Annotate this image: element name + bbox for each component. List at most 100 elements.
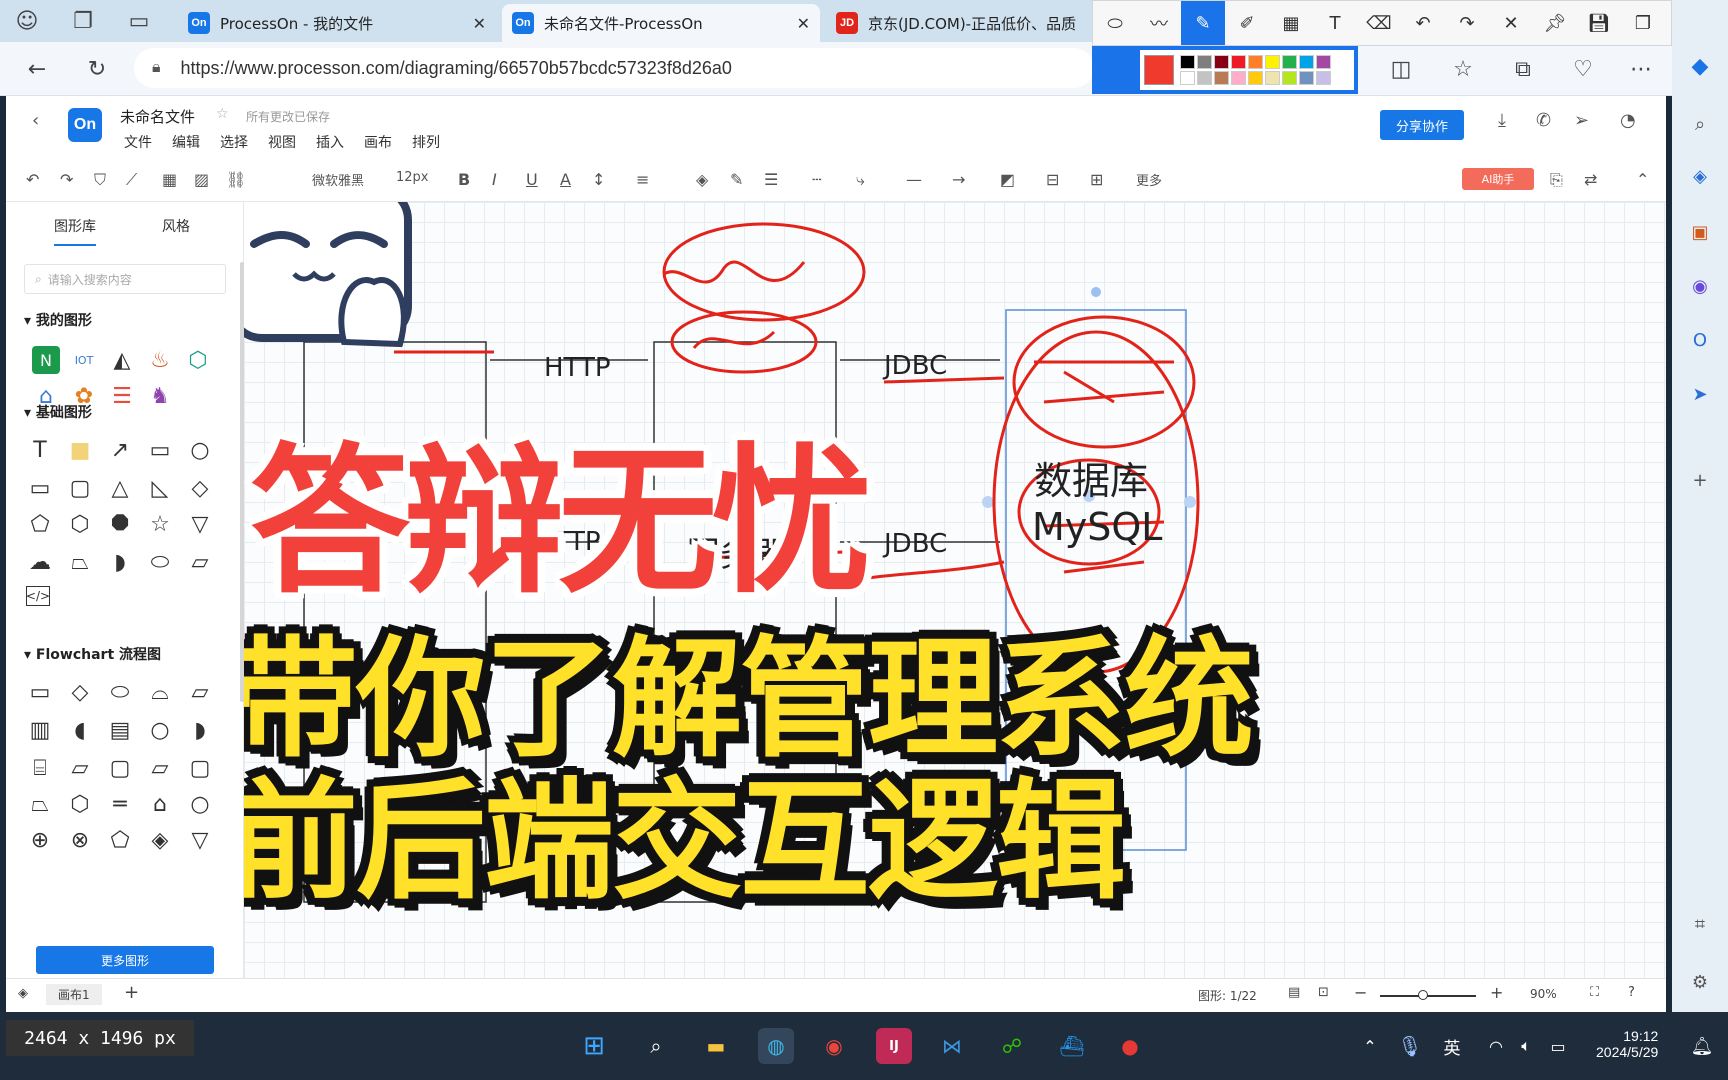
book-icon[interactable]: ⊡	[1318, 985, 1329, 1000]
bold-icon[interactable]: B	[458, 170, 470, 189]
color-swatch[interactable]	[1265, 55, 1280, 69]
copy-icon[interactable]: ❐	[1621, 1, 1665, 45]
text-shape-icon[interactable]: T	[26, 436, 54, 464]
microphone-icon[interactable]: 🎙︎	[1392, 1028, 1428, 1064]
layers-icon[interactable]: ◈	[18, 986, 28, 1001]
line-height-icon[interactable]: ↕	[592, 170, 605, 189]
history-icon[interactable]: ⎘	[1550, 170, 1563, 190]
edge-browser-icon[interactable]: ◍	[758, 1028, 794, 1064]
star-icon[interactable]: ☆	[216, 106, 229, 122]
or-shape-icon[interactable]: ⊕	[26, 826, 54, 854]
redis-icon[interactable]: ☰	[108, 382, 136, 410]
resize-handle[interactable]	[982, 496, 994, 508]
color-swatch[interactable]	[1214, 71, 1229, 85]
menu-canvas[interactable]: 画布	[364, 132, 392, 152]
card-shape-icon[interactable]: ▱	[186, 548, 214, 576]
color-swatch[interactable]	[1299, 55, 1314, 69]
refresh-icon[interactable]: ↻	[80, 52, 114, 86]
color-swatch[interactable]	[1180, 71, 1195, 85]
page-tab[interactable]: 画布1	[46, 984, 102, 1005]
profile-avatar-icon[interactable]: ☺	[10, 4, 44, 38]
arrow-shape-icon[interactable]: ↗	[106, 436, 134, 464]
color-swatch[interactable]	[1248, 55, 1263, 69]
font-size-select[interactable]: 12px	[396, 170, 429, 185]
undo-icon[interactable]: ↶	[26, 170, 39, 189]
manual-operation-shape-icon[interactable]: ⏢	[26, 790, 54, 818]
unity-icon[interactable]: ◭	[108, 346, 136, 374]
tools-icon[interactable]: ▣	[1686, 218, 1714, 246]
arrow-style-icon[interactable]: →	[952, 170, 965, 189]
group-icon[interactable]: ⊞	[1090, 170, 1103, 189]
workspaces-icon[interactable]: ❐	[66, 4, 100, 38]
tab-style[interactable]: 风格	[162, 216, 190, 236]
stored-data-shape-icon[interactable]: ◖	[66, 716, 94, 744]
right-triangle-shape-icon[interactable]: ◺	[146, 474, 174, 502]
decision-shape-icon[interactable]: ◇	[66, 678, 94, 706]
diamond-shape-icon[interactable]: ◇	[186, 474, 214, 502]
menu-insert[interactable]: 插入	[316, 132, 344, 152]
back-arrow-icon[interactable]: ←	[20, 52, 54, 86]
line-width-icon[interactable]: ☰	[764, 170, 778, 189]
loop-limit-shape-icon[interactable]: ⌂	[146, 790, 174, 818]
banner-shape-icon[interactable]: ⏢	[66, 548, 94, 576]
tape-shape-icon[interactable]: ⏥	[146, 754, 174, 782]
tray-chevron-icon[interactable]: ⌃	[1352, 1028, 1388, 1064]
add-page-icon[interactable]: +	[124, 982, 139, 1003]
pin-icon[interactable]: 📌︎	[1533, 1, 1577, 45]
menu-view[interactable]: 视图	[268, 132, 296, 152]
eraser-icon[interactable]: ⌫	[1357, 1, 1401, 45]
data-shape-icon[interactable]: ▱	[186, 678, 214, 706]
color-swatch[interactable]	[1197, 55, 1212, 69]
curve-line-icon[interactable]: 〰	[1137, 1, 1181, 45]
text-color-icon[interactable]: A	[560, 170, 571, 189]
color-swatch[interactable]	[1316, 71, 1331, 85]
rotate-handle[interactable]	[1091, 287, 1101, 297]
fit-page-icon[interactable]: ▤	[1288, 985, 1300, 1000]
color-swatch[interactable]	[1265, 71, 1280, 85]
image-icon[interactable]: ▨	[194, 170, 209, 189]
tab-untitled-file[interactable]: On 未命名文件-ProcessOn ✕	[502, 4, 820, 42]
shape-search-input[interactable]: ⌕ 请输入搜索内容	[24, 264, 226, 294]
color-swatch[interactable]	[1248, 71, 1263, 85]
rectangle-shape-icon[interactable]: ▭	[26, 474, 54, 502]
fill-color-icon[interactable]: ◈	[696, 170, 708, 189]
tab-jd[interactable]: JD 京东(JD.COM)-正品低价、品质	[826, 4, 1092, 42]
star-shape-icon[interactable]: ☆	[146, 510, 174, 538]
undo-icon[interactable]: ↶	[1401, 1, 1445, 45]
elastic-icon[interactable]: ⬡	[184, 346, 212, 374]
diagram-canvas[interactable]: HTTP JDBC HTTP JDBC 服务器 数据库 MySQL 答辩无忧 带…	[244, 202, 1666, 978]
pen-icon[interactable]: ✎	[1181, 1, 1225, 45]
games-icon[interactable]: ◉	[1686, 272, 1714, 300]
phone-icon[interactable]: ✆	[1536, 110, 1551, 131]
outlook-icon[interactable]: O	[1686, 326, 1714, 354]
document-name[interactable]: 未命名文件	[120, 106, 195, 127]
off-page-shape-icon[interactable]: ⬠	[106, 826, 134, 854]
chrome-icon[interactable]: ◉	[816, 1028, 852, 1064]
favorites-star-icon[interactable]: ☆	[1446, 52, 1480, 86]
zoom-out-icon[interactable]: −	[1354, 983, 1367, 1002]
mosaic-icon[interactable]: ▦	[1269, 1, 1313, 45]
intellij-icon[interactable]: IJ	[876, 1028, 912, 1064]
save-icon[interactable]: 💾︎	[1577, 1, 1621, 45]
settings-gear-icon[interactable]: ⚙	[1686, 968, 1714, 996]
section-flowchart[interactable]: ▾ Flowchart 流程图	[24, 644, 161, 664]
display-shape-icon[interactable]: ◗	[186, 716, 214, 744]
document-shape-icon[interactable]: ⌓	[146, 678, 174, 706]
pentagon-shape-icon[interactable]: ⬠	[26, 510, 54, 538]
close-icon[interactable]: ✕	[1489, 1, 1533, 45]
menu-edit[interactable]: 编辑	[172, 132, 200, 152]
menu-arrange[interactable]: 排列	[412, 132, 440, 152]
zoom-slider[interactable]	[1380, 990, 1476, 1000]
color-swatch[interactable]	[1299, 71, 1314, 85]
terminator-shape-icon[interactable]: ⬭	[106, 678, 134, 706]
close-icon[interactable]: ✕	[473, 14, 486, 33]
redo-icon[interactable]: ↷	[1445, 1, 1489, 45]
java-icon[interactable]: ♨	[146, 346, 174, 374]
inverted-triangle-shape-icon[interactable]: ▽	[186, 510, 214, 538]
zoom-slider-thumb[interactable]	[1418, 990, 1428, 1000]
url-field[interactable]: 🔒︎ https://www.processon.com/diagraming/…	[134, 48, 1094, 88]
color-swatch[interactable]	[1231, 71, 1246, 85]
parallel-mode-shape-icon[interactable]: ═	[106, 790, 134, 818]
iot-icon[interactable]: IOT	[70, 346, 98, 374]
notification-bell-icon[interactable]: 🔔︎	[1684, 1028, 1720, 1064]
